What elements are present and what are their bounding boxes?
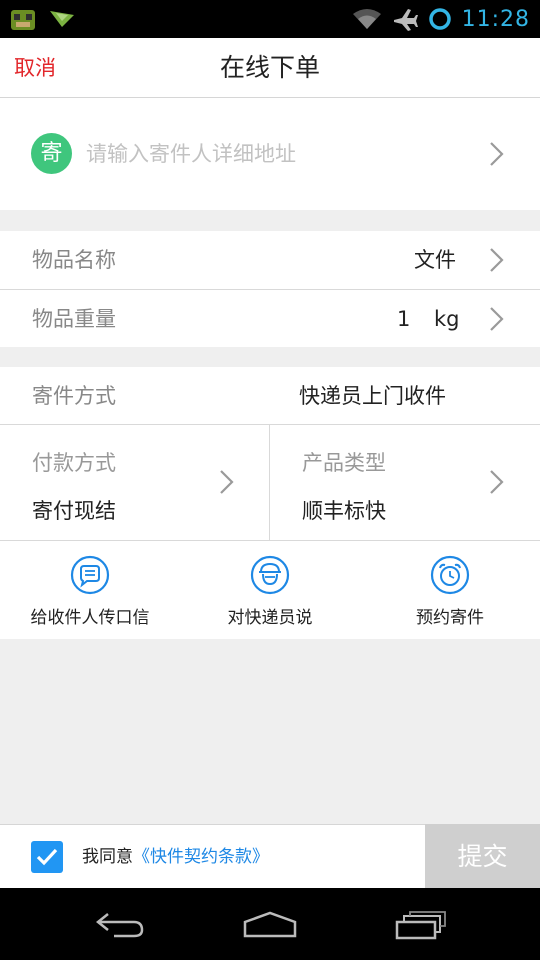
action-label: 对快递员说	[227, 608, 313, 628]
chevron-right-icon	[490, 142, 504, 166]
title-bar: 在线下单 取消	[0, 38, 540, 98]
schedule-pickup-button[interactable]: 预约寄件	[360, 541, 540, 639]
sender-address-row[interactable]: 寄 请输入寄件人详细地址	[0, 98, 540, 210]
agree-text: 我同意《快件契约条款》	[82, 825, 269, 889]
agree-checkbox[interactable]	[31, 841, 63, 873]
payment-product-row: 付款方式 寄付现结 产品类型 顺丰标快	[0, 425, 540, 540]
clock: 11:28	[461, 6, 530, 32]
item-name-label: 物品名称	[32, 248, 116, 272]
item-weight-unit: kg	[434, 307, 460, 331]
item-name-value: 文件	[414, 248, 456, 272]
sender-address-placeholder: 请输入寄件人详细地址	[86, 142, 296, 166]
download-notification-icon	[50, 11, 74, 27]
product-type-cell[interactable]: 产品类型 顺丰标快	[270, 425, 540, 540]
item-weight-value: 1	[397, 307, 411, 331]
submit-button[interactable]: 提交	[425, 824, 540, 889]
item-name-row[interactable]: 物品名称 文件	[0, 231, 540, 289]
item-weight-label: 物品重量	[32, 307, 116, 331]
chevron-right-icon	[490, 470, 504, 494]
recent-apps-icon[interactable]	[394, 910, 448, 940]
checkmark-icon	[36, 848, 58, 866]
action-label: 预约寄件	[416, 608, 484, 628]
terms-link[interactable]: 《快件契约条款》	[133, 847, 269, 867]
agree-prefix: 我同意	[82, 847, 133, 867]
message-icon	[70, 555, 110, 595]
payment-method-label: 付款方式	[32, 451, 116, 475]
shipping-method-value: 快递员上门收件	[299, 384, 446, 408]
status-bar: 11:28	[0, 0, 540, 38]
wifi-icon	[352, 9, 381, 29]
product-type-value: 顺丰标快	[302, 499, 386, 523]
sync-circle-icon	[428, 8, 451, 30]
payment-method-cell[interactable]: 付款方式 寄付现结	[0, 425, 269, 540]
agreement-bar: 我同意《快件契约条款》 提交	[0, 824, 540, 889]
courier-icon	[250, 555, 290, 595]
alarm-clock-icon	[430, 555, 470, 595]
cancel-button[interactable]: 取消	[14, 38, 56, 98]
sender-badge: 寄	[31, 133, 72, 174]
message-recipient-button[interactable]: 给收件人传口信	[0, 541, 180, 639]
shipping-method-row: 寄件方式 快递员上门收件	[0, 367, 540, 425]
navigation-bar	[0, 888, 540, 960]
chevron-right-icon	[490, 248, 504, 272]
chevron-right-icon	[220, 470, 234, 494]
page-title: 在线下单	[219, 53, 320, 82]
home-icon[interactable]	[242, 910, 298, 940]
courier-note-button[interactable]: 对快递员说	[180, 541, 360, 639]
payment-method-value: 寄付现结	[32, 499, 116, 523]
app-notification-icon	[11, 10, 35, 30]
chevron-right-icon	[490, 307, 504, 331]
item-weight-row[interactable]: 物品重量 1 kg	[0, 290, 540, 347]
product-type-label: 产品类型	[302, 451, 386, 475]
back-icon[interactable]	[94, 910, 146, 940]
action-label: 给收件人传口信	[30, 608, 150, 628]
airplane-icon	[393, 9, 418, 31]
shipping-method-label: 寄件方式	[32, 384, 116, 408]
